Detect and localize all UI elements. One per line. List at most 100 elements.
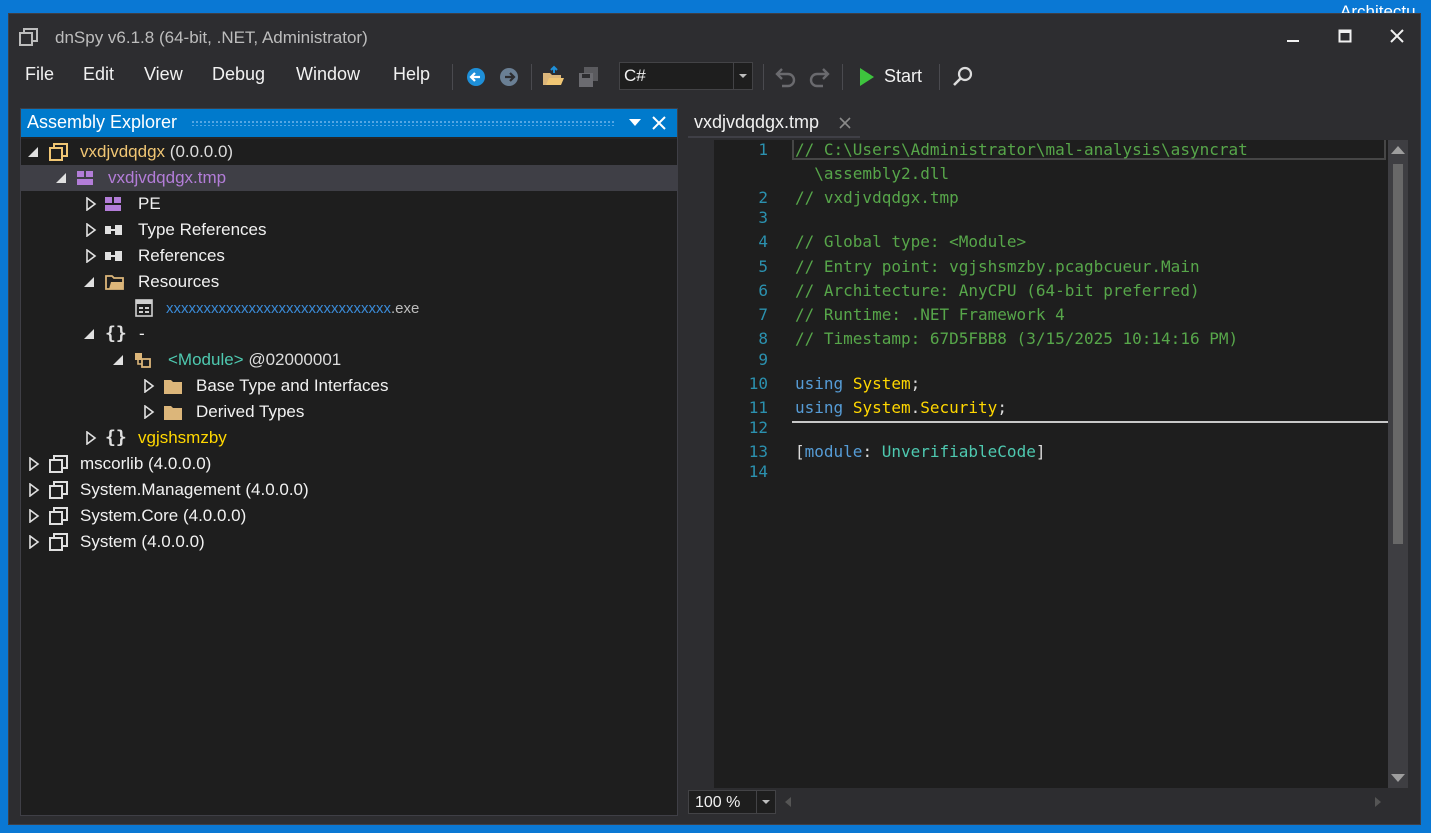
tree-row-module[interactable]: vxdjvdqdgx.tmp: [21, 165, 677, 191]
tree-row-base-types[interactable]: Base Type and Interfaces: [21, 373, 677, 399]
code-line: // Architecture: AnyCPU (64-bit preferre…: [795, 281, 1200, 300]
navigate-back-icon[interactable]: [465, 65, 487, 89]
scroll-up-icon[interactable]: [1391, 146, 1405, 154]
tree-row-system[interactable]: System (4.0.0.0): [21, 529, 677, 555]
navigate-forward-icon[interactable]: [498, 65, 520, 89]
tree-row-namespace-vgjshsmzby[interactable]: {} vgjshsmzby: [21, 425, 677, 451]
redo-icon[interactable]: [807, 65, 831, 89]
tree-row-resource-exe[interactable]: xxxxxxxxxxxxxxxxxxxxxxxxxxxxxx.exe: [21, 295, 677, 321]
collapse-triangle-icon[interactable]: [83, 327, 95, 341]
maximize-button[interactable]: [1320, 22, 1370, 52]
open-folder-icon[interactable]: [541, 65, 565, 89]
undo-icon[interactable]: [774, 65, 798, 89]
collapse-triangle-icon[interactable]: [112, 353, 124, 367]
scrollbar-thumb[interactable]: [1393, 164, 1403, 544]
expand-triangle-icon[interactable]: [85, 197, 97, 211]
editor-gutter: [688, 140, 714, 788]
save-all-icon[interactable]: [577, 65, 601, 89]
search-icon[interactable]: [951, 65, 975, 89]
toolbar-separator: [763, 64, 764, 90]
expand-triangle-icon[interactable]: [28, 483, 40, 497]
tree-row-type-references[interactable]: Type References: [21, 217, 677, 243]
tree-row-references[interactable]: References: [21, 243, 677, 269]
class-module-icon: [135, 353, 151, 368]
tree-label: vxdjvdqdgx.tmp: [108, 168, 227, 187]
tree-row-resources[interactable]: Resources: [21, 269, 677, 295]
assembly-tree: vxdjvdqdgx (0.0.0.0) vxdjvdqdgx.tmp PE T…: [21, 139, 677, 815]
menu-bar: File Edit View Debug Window Help C# Star…: [9, 58, 1420, 96]
expand-triangle-icon[interactable]: [143, 405, 155, 419]
code-token: \assembly2.dll: [795, 164, 950, 183]
scroll-down-icon[interactable]: [1391, 774, 1405, 782]
title-bar[interactable]: dnSpy v6.1.8 (64-bit, .NET, Administrato…: [9, 14, 1420, 58]
tree-label: System.Management (4.0.0.0): [80, 480, 309, 499]
tree-row-mscorlib[interactable]: mscorlib (4.0.0.0): [21, 451, 677, 477]
document-tab-bar: vxdjvdqdgx.tmp: [688, 108, 1420, 138]
code-token: using: [795, 374, 844, 393]
expand-triangle-icon[interactable]: [85, 223, 97, 237]
code-line: using System.Security;: [795, 398, 1007, 417]
close-button[interactable]: [1372, 22, 1420, 52]
tree-row-namespace-empty[interactable]: {} -: [21, 321, 677, 347]
code-token: using: [795, 398, 844, 417]
tree-label: vgjshsmzby: [138, 428, 227, 447]
horizontal-scrollbar[interactable]: [780, 792, 1386, 812]
document-tab[interactable]: vxdjvdqdgx.tmp: [688, 108, 860, 138]
line-number: 7: [758, 305, 768, 324]
code-line: using System;: [795, 374, 920, 393]
assembly-icon: [49, 455, 68, 473]
start-play-icon[interactable]: [857, 65, 877, 89]
toolbar-separator: [939, 64, 940, 90]
language-select[interactable]: C#: [619, 62, 753, 90]
collapse-triangle-icon[interactable]: [83, 275, 95, 289]
code-token: // vxdjvdqdgx.tmp: [795, 188, 959, 207]
close-tab-icon[interactable]: [838, 116, 852, 130]
expand-triangle-icon[interactable]: [143, 379, 155, 393]
code-view[interactable]: 1 // C:\Users\Administrator\mal-analysis\…: [688, 140, 1388, 788]
code-token: // Architecture: AnyCPU (64-bit preferre…: [795, 281, 1200, 300]
expand-triangle-icon[interactable]: [28, 535, 40, 549]
line-number: 8: [758, 329, 768, 348]
expand-triangle-icon[interactable]: [85, 431, 97, 445]
menu-help[interactable]: Help: [393, 64, 430, 85]
start-button[interactable]: Start: [884, 66, 922, 87]
minimize-button[interactable]: [1268, 22, 1318, 52]
collapse-triangle-icon[interactable]: [55, 171, 67, 185]
collapse-triangle-icon[interactable]: [27, 145, 39, 159]
code-token: System: [852, 398, 911, 417]
tree-row-derived-types[interactable]: Derived Types: [21, 399, 677, 425]
scroll-right-icon[interactable]: [1374, 797, 1382, 807]
expand-triangle-icon[interactable]: [28, 457, 40, 471]
scroll-left-icon[interactable]: [784, 797, 792, 807]
panel-dropdown-icon[interactable]: [628, 117, 642, 129]
editor-status-bar: 100 %: [688, 790, 1388, 814]
close-panel-icon[interactable]: [652, 116, 666, 130]
assembly-explorer-header[interactable]: Assembly Explorer: [21, 109, 677, 137]
tree-label: Resources: [138, 272, 220, 291]
menu-debug[interactable]: Debug: [212, 64, 265, 85]
menu-view[interactable]: View: [144, 64, 183, 85]
close-icon: [1390, 29, 1404, 43]
vertical-scrollbar[interactable]: [1388, 140, 1408, 788]
zoom-select[interactable]: 100 %: [688, 790, 776, 814]
menu-edit[interactable]: Edit: [83, 64, 114, 85]
line-number: 3: [758, 208, 768, 227]
expand-triangle-icon[interactable]: [28, 509, 40, 523]
code-token: [: [795, 442, 805, 461]
tree-label: vxdjvdqdgx (0.0.0.0): [80, 142, 234, 161]
expand-triangle-icon[interactable]: [85, 249, 97, 263]
tree-row-system-core[interactable]: System.Core (4.0.0.0): [21, 503, 677, 529]
decompiler-editor: vxdjvdqdgx.tmp 1 // C:\Users\Administrato…: [688, 108, 1420, 816]
code-line: // Timestamp: 67D5FBB8 (3/15/2025 10:14:…: [795, 329, 1238, 348]
tree-row-pe[interactable]: PE: [21, 191, 677, 217]
tree-row-module-class[interactable]: <Module> @02000001: [21, 347, 677, 373]
tree-row-system-management[interactable]: System.Management (4.0.0.0): [21, 477, 677, 503]
code-line: // Entry point: vgjshsmzby.pcagbcueur.Ma…: [795, 257, 1200, 276]
menu-file[interactable]: File: [25, 64, 54, 85]
tree-row-assembly[interactable]: vxdjvdqdgx (0.0.0.0): [21, 139, 677, 165]
menu-window[interactable]: Window: [296, 64, 360, 85]
line-number: 10: [748, 374, 768, 393]
panel-drag-grip[interactable]: [191, 120, 615, 126]
code-token: ]: [1035, 442, 1046, 461]
tree-label: <Module> @02000001: [168, 350, 342, 369]
